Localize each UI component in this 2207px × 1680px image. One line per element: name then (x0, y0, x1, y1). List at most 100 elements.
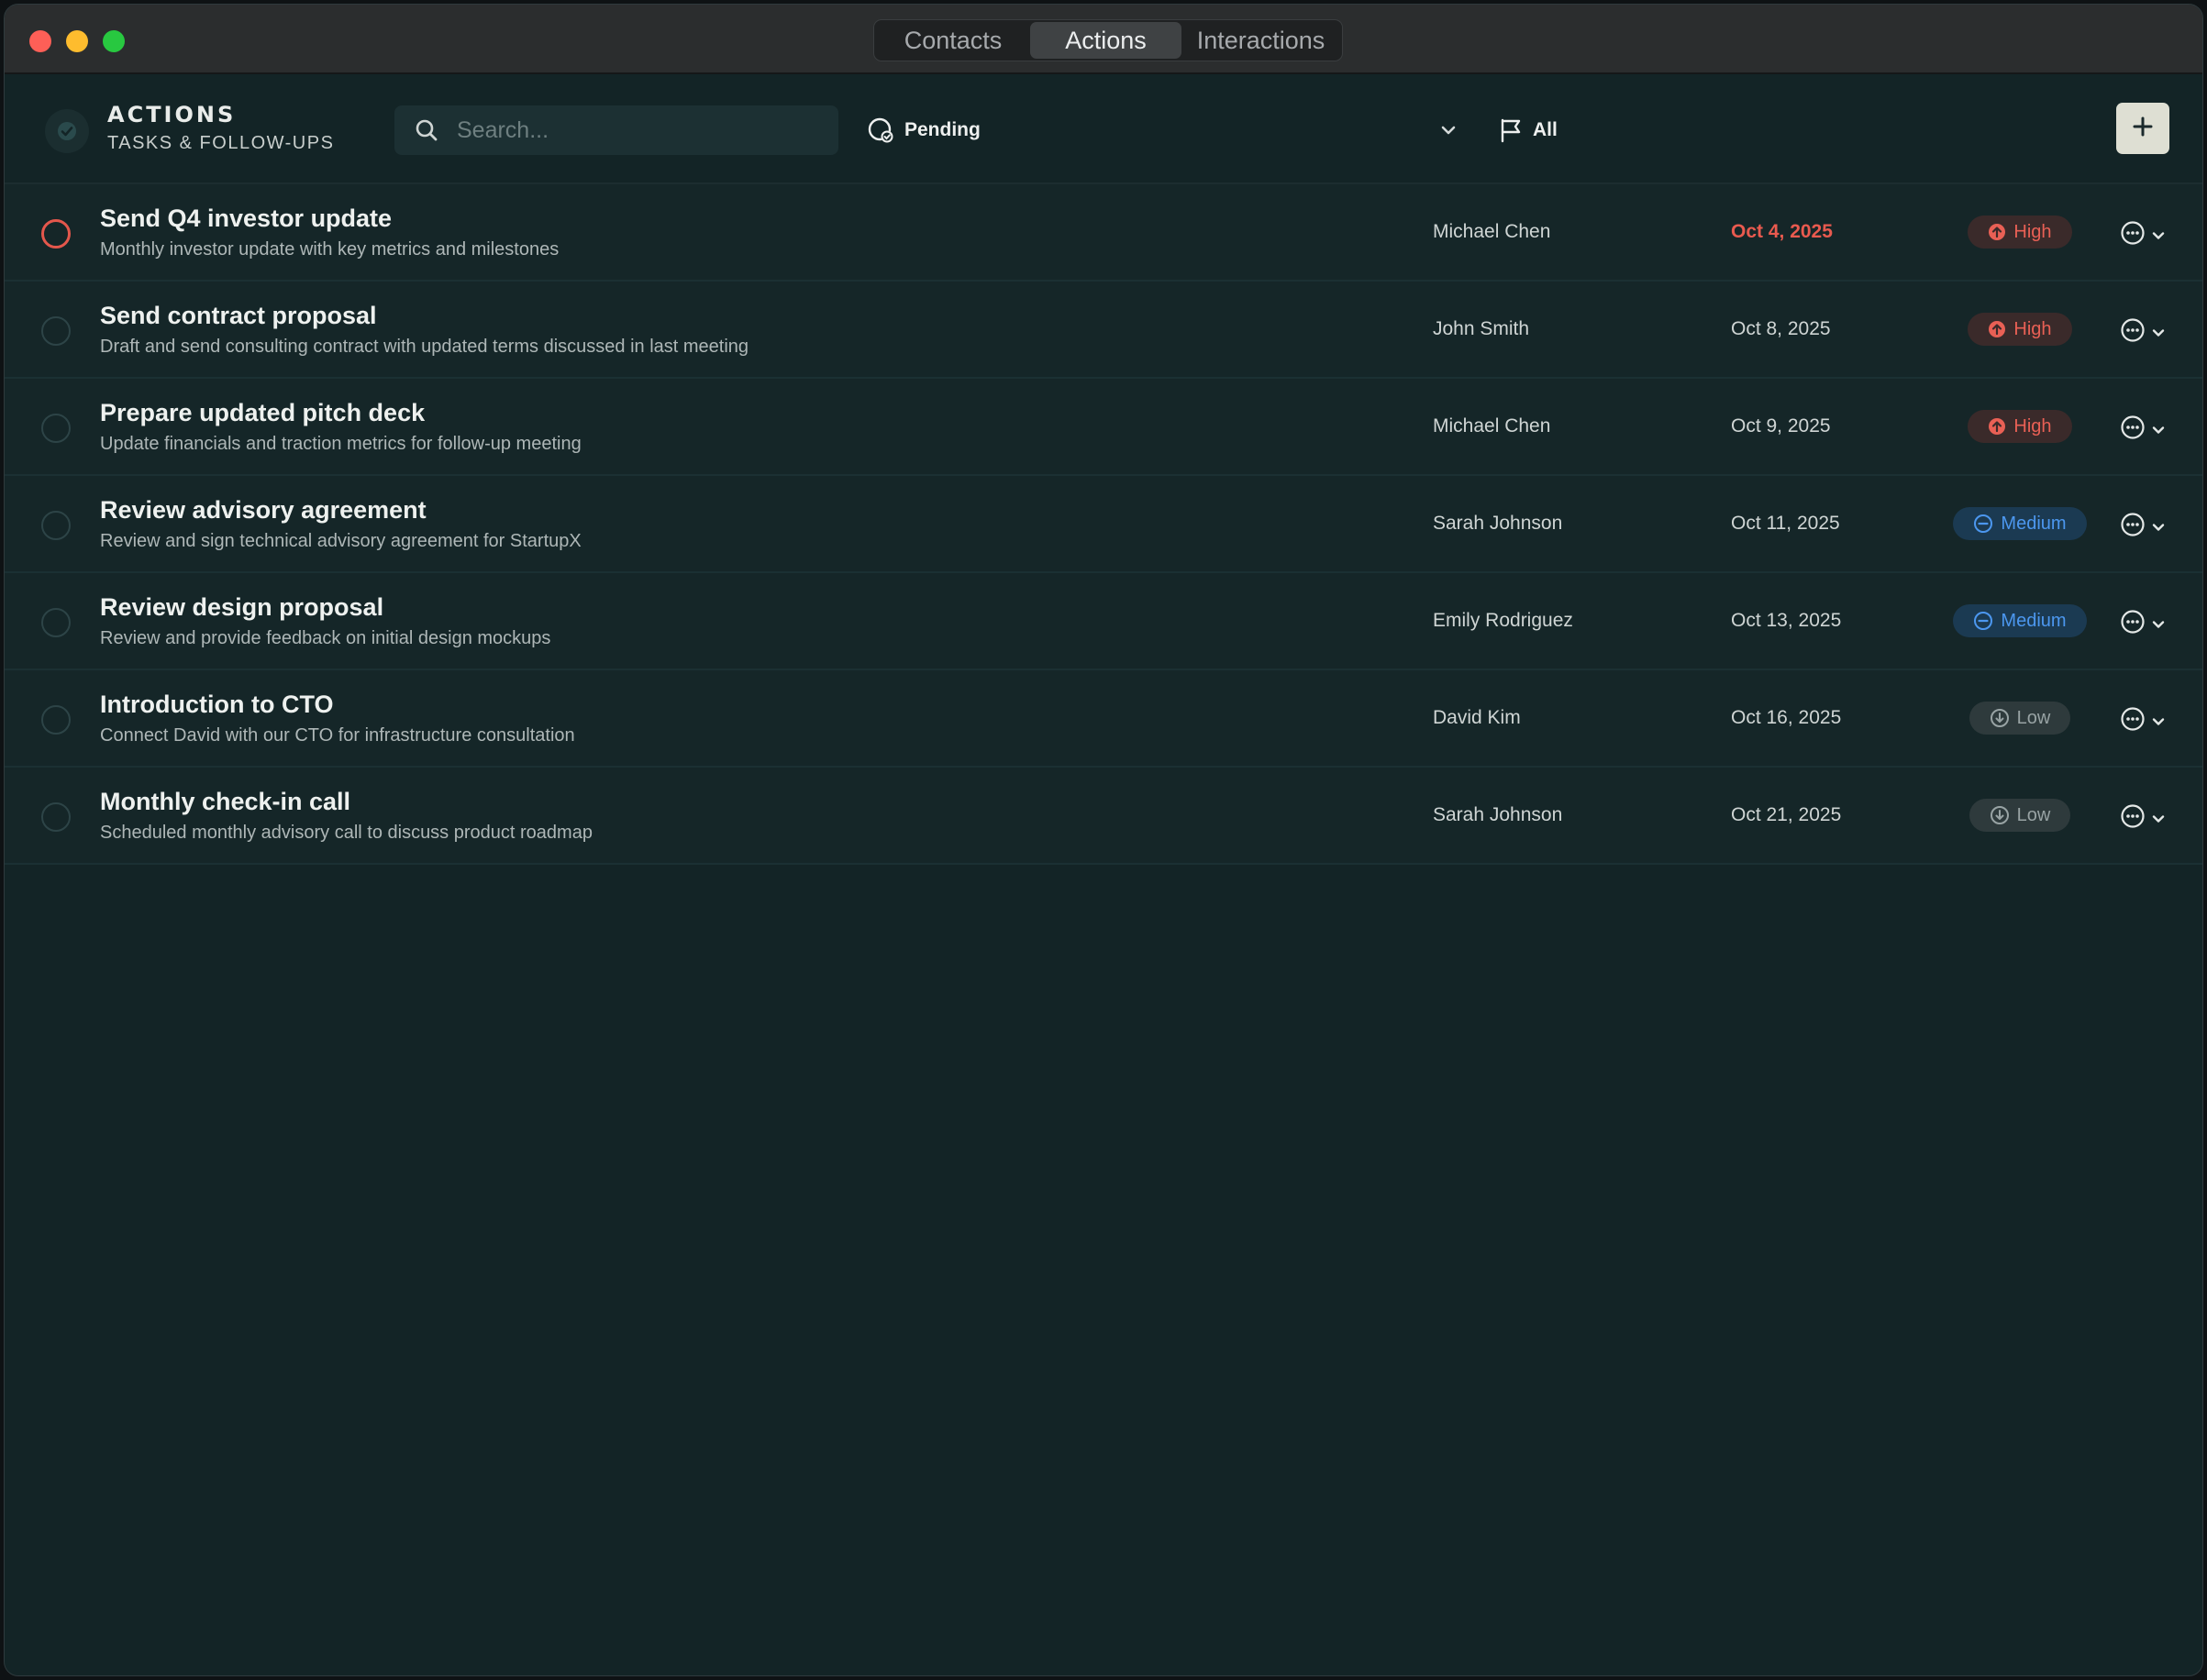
row-menu-button[interactable] (2120, 609, 2166, 639)
action-row[interactable]: Prepare updated pitch deck Update financ… (5, 379, 2202, 476)
priority-badge: High (1968, 313, 2072, 346)
complete-checkbox[interactable] (41, 316, 71, 346)
chevron-down-icon (2151, 326, 2166, 340)
toolbar: ACTIONS TASKS & FOLLOW-UPS Pending (5, 76, 2202, 184)
complete-checkbox[interactable] (41, 802, 71, 832)
action-due-date: Oct 13, 2025 (1731, 610, 1842, 631)
tab-actions[interactable]: Actions (1030, 22, 1181, 59)
priority-badge: Medium (1953, 507, 2087, 540)
minus-circle-icon (1973, 514, 1993, 534)
tab-contacts[interactable]: Contacts (876, 22, 1030, 59)
priority-label: High (2013, 318, 2052, 339)
arrow-down-circle-icon (1990, 805, 2010, 825)
complete-checkbox[interactable] (41, 608, 71, 637)
action-title: Prepare updated pitch deck (100, 399, 426, 426)
plus-icon (2132, 116, 2154, 142)
section-tabs: Contacts Actions Interactions (873, 19, 1343, 61)
more-options-icon (2120, 512, 2146, 542)
action-contact[interactable]: Sarah Johnson (1433, 804, 1562, 826)
action-row[interactable]: Review design proposal Review and provid… (5, 573, 2202, 670)
action-description: Monthly investor update with key metrics… (100, 239, 560, 260)
minus-circle-icon (1973, 611, 1993, 631)
priority-label: Low (2016, 804, 2051, 825)
action-due-date: Oct 9, 2025 (1731, 415, 1831, 437)
action-contact[interactable]: Michael Chen (1433, 221, 1550, 243)
action-due-date: Oct 16, 2025 (1731, 707, 1842, 728)
minimize-window-button[interactable] (66, 30, 88, 52)
row-menu-button[interactable] (2120, 803, 2166, 834)
priority-badge: High (1968, 410, 2072, 443)
action-title: Monthly check-in call (100, 788, 351, 815)
action-description: Scheduled monthly advisory call to discu… (100, 823, 593, 843)
action-contact[interactable]: David Kim (1433, 707, 1521, 729)
action-row[interactable]: Introduction to CTO Connect David with o… (5, 670, 2202, 768)
search-input[interactable] (457, 105, 824, 155)
arrow-down-circle-icon (1990, 708, 2010, 728)
page-subtitle: TASKS & FOLLOW-UPS (107, 133, 335, 153)
more-options-icon (2120, 609, 2146, 639)
row-menu-button[interactable] (2120, 512, 2166, 542)
action-due-date: Oct 8, 2025 (1731, 318, 1831, 339)
status-filter-label: Pending (904, 119, 981, 140)
priority-badge: Medium (1953, 604, 2087, 637)
action-description: Review and sign technical advisory agree… (100, 531, 582, 551)
action-row[interactable]: Monthly check-in call Scheduled monthly … (5, 768, 2202, 865)
action-contact[interactable]: Michael Chen (1433, 415, 1550, 437)
flag-icon (1497, 116, 1525, 144)
priority-label: High (2013, 221, 2052, 242)
complete-checkbox[interactable] (41, 511, 71, 540)
more-options-icon (2120, 220, 2146, 250)
action-title: Send Q4 investor update (100, 204, 393, 232)
row-menu-button[interactable] (2120, 414, 2166, 445)
action-due-date: Oct 11, 2025 (1731, 513, 1840, 534)
action-title: Introduction to CTO (100, 691, 334, 718)
more-options-icon (2120, 706, 2146, 736)
action-description: Update financials and traction metrics f… (100, 434, 582, 454)
complete-checkbox[interactable] (41, 414, 71, 443)
priority-filter-dropdown[interactable]: All (1492, 105, 2171, 155)
action-contact[interactable]: John Smith (1433, 318, 1529, 340)
action-contact[interactable]: Emily Rodriguez (1433, 610, 1573, 632)
action-contact[interactable]: Sarah Johnson (1433, 513, 1562, 535)
priority-filter-label: All (1533, 119, 1558, 140)
action-description: Connect David with our CTO for infrastru… (100, 725, 575, 746)
priority-badge: Low (1969, 702, 2070, 735)
complete-checkbox[interactable] (41, 219, 71, 249)
row-menu-button[interactable] (2120, 706, 2166, 736)
add-action-button[interactable] (2116, 103, 2169, 154)
priority-label: Low (2016, 707, 2051, 728)
checkmark-circle-icon (45, 109, 89, 153)
chevron-down-icon (1439, 121, 1458, 139)
action-list: Send Q4 investor update Monthly investor… (5, 184, 2202, 865)
more-options-icon (2120, 803, 2146, 834)
chevron-down-icon (2151, 520, 2166, 535)
chevron-down-icon (2151, 617, 2166, 632)
priority-label: Medium (2001, 610, 2067, 631)
title-bar: Contacts Actions Interactions (5, 5, 2202, 74)
action-row[interactable]: Review advisory agreement Review and sig… (5, 476, 2202, 573)
more-options-icon (2120, 414, 2146, 445)
zoom-window-button[interactable] (103, 30, 125, 52)
action-title: Review advisory agreement (100, 496, 427, 524)
row-menu-button[interactable] (2120, 220, 2166, 250)
clock-check-icon (867, 116, 896, 145)
chevron-down-icon (2151, 228, 2166, 243)
status-filter-dropdown[interactable]: Pending (862, 105, 1463, 155)
action-title: Review design proposal (100, 593, 384, 621)
chevron-down-icon (2151, 714, 2166, 729)
arrow-up-circle-icon (1988, 320, 2006, 338)
complete-checkbox[interactable] (41, 705, 71, 735)
app-window: Contacts Actions Interactions ACTIONS TA… (4, 4, 2203, 1676)
close-window-button[interactable] (29, 30, 51, 52)
priority-badge: High (1968, 216, 2072, 249)
action-row[interactable]: Send contract proposal Draft and send co… (5, 282, 2202, 379)
action-description: Review and provide feedback on initial d… (100, 628, 551, 648)
chevron-down-icon (2151, 423, 2166, 437)
row-menu-button[interactable] (2120, 317, 2166, 348)
arrow-up-circle-icon (1988, 223, 2006, 241)
tab-interactions[interactable]: Interactions (1181, 22, 1340, 59)
action-row[interactable]: Send Q4 investor update Monthly investor… (5, 184, 2202, 282)
action-due-date: Oct 21, 2025 (1731, 804, 1842, 825)
action-due-date: Oct 4, 2025 (1731, 221, 1833, 242)
more-options-icon (2120, 317, 2146, 348)
